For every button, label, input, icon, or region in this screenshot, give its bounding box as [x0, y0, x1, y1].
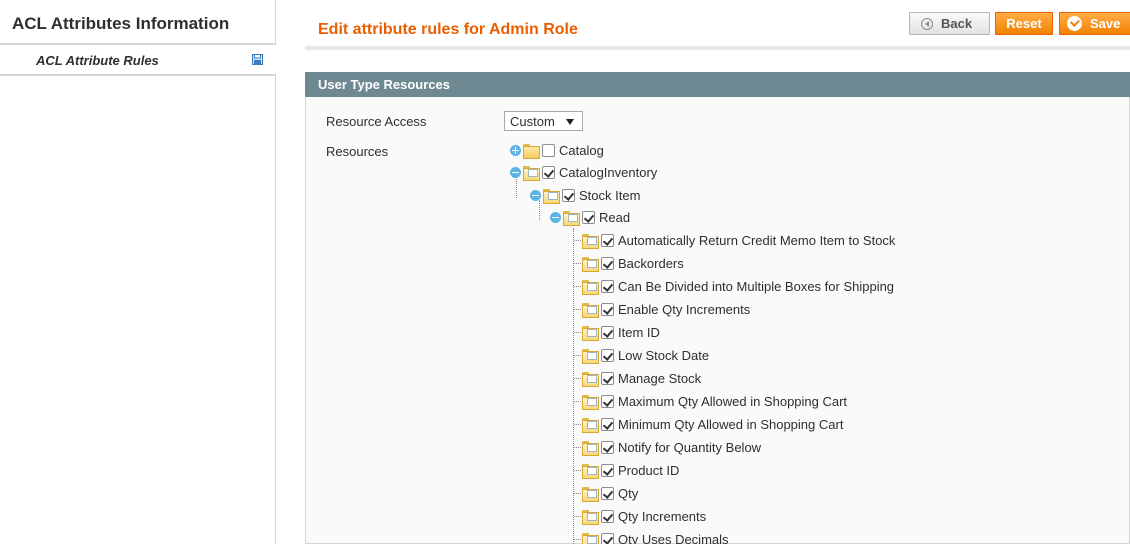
folder-open-icon: [581, 325, 599, 341]
leaf-checkbox[interactable]: [601, 256, 614, 270]
save-button-label: Save: [1090, 16, 1121, 31]
sidebar: ACL Attributes Information ACL Attribute…: [0, 0, 276, 544]
folder-open-icon: [581, 394, 599, 410]
tree-leaf-item[interactable]: Product ID: [581, 459, 679, 481]
folder-open-icon: [581, 417, 599, 433]
save-disk-icon: [252, 54, 263, 65]
collapse-icon[interactable]: [530, 189, 541, 201]
page-title: Edit attribute rules for Admin Role: [318, 21, 578, 38]
tree-node-label: CatalogInventory: [559, 164, 658, 180]
folder-open-icon: [581, 509, 599, 525]
folder-open-icon: [581, 302, 599, 318]
catalog-checkbox[interactable]: [542, 143, 555, 157]
sidebar-title: ACL Attributes Information: [12, 14, 230, 33]
tree-leaf-item[interactable]: Minimum Qty Allowed in Shopping Cart: [581, 413, 843, 435]
tree-leaf-item[interactable]: Automatically Return Credit Memo Item to…: [581, 229, 895, 251]
expand-icon[interactable]: [510, 144, 521, 156]
tree-node-stock-item[interactable]: Stock Item: [530, 184, 640, 206]
tree-node-read[interactable]: Read: [550, 206, 630, 228]
leaf-checkbox[interactable]: [601, 348, 614, 362]
resource-access-label: Resource Access: [326, 114, 427, 129]
save-button[interactable]: Save: [1059, 12, 1130, 35]
leaf-checkbox[interactable]: [601, 463, 614, 477]
stock-item-checkbox[interactable]: [562, 188, 575, 202]
leaf-checkbox[interactable]: [601, 394, 614, 408]
tree-node-label: Catalog: [559, 142, 604, 158]
folder-open-icon: [581, 233, 599, 249]
tree-leaf-item[interactable]: Notify for Quantity Below: [581, 436, 761, 458]
sidebar-item-acl-attribute-rules[interactable]: ACL Attribute Rules: [0, 45, 276, 76]
tree-guide: [573, 228, 574, 544]
tree-node-label: Read: [599, 209, 631, 225]
tree-leaf-label: Qty Uses Decimals: [618, 531, 729, 544]
folder-open-icon: [581, 348, 599, 364]
folder-open-icon: [542, 188, 560, 204]
folder-icon: [522, 143, 540, 159]
folder-open-icon: [581, 486, 599, 502]
resource-access-select[interactable]: Custom: [504, 111, 583, 131]
leaf-checkbox[interactable]: [601, 325, 614, 339]
tree-leaf-item[interactable]: Manage Stock: [581, 367, 701, 389]
tree-leaf-item[interactable]: Qty Increments: [581, 505, 706, 527]
tree-leaf-label: Qty Increments: [618, 508, 707, 524]
tree-leaf-label: Automatically Return Credit Memo Item to…: [618, 232, 896, 248]
tree-leaf-label: Qty: [618, 485, 639, 501]
tree-leaf-label: Enable Qty Increments: [618, 301, 751, 317]
tree-leaf-label: Can Be Divided into Multiple Boxes for S…: [618, 278, 895, 294]
leaf-checkbox[interactable]: [601, 417, 614, 431]
tree-leaf-item[interactable]: Low Stock Date: [581, 344, 709, 366]
folder-open-icon: [522, 165, 540, 181]
tree-leaf-item[interactable]: Qty: [581, 482, 638, 504]
collapse-icon[interactable]: [550, 211, 561, 223]
sidebar-item-label: ACL Attribute Rules: [36, 53, 159, 68]
folder-open-icon: [581, 371, 599, 387]
check-icon: [1067, 16, 1082, 31]
back-button[interactable]: Back: [909, 12, 990, 35]
leaf-checkbox[interactable]: [601, 302, 614, 316]
dropdown-caret-icon: [566, 119, 574, 125]
back-arrow-icon: [921, 17, 933, 30]
leaf-checkbox[interactable]: [601, 532, 614, 544]
tree-leaf-label: Notify for Quantity Below: [618, 439, 762, 455]
tree-leaf-item[interactable]: Enable Qty Increments: [581, 298, 750, 320]
cataloginventory-checkbox[interactable]: [542, 165, 555, 179]
reset-button[interactable]: Reset: [995, 12, 1053, 35]
tree-leaf-item[interactable]: Item ID: [581, 321, 660, 343]
panel-title: User Type Resources: [318, 77, 450, 92]
tree-leaf-item[interactable]: Qty Uses Decimals: [581, 528, 729, 544]
folder-open-icon: [581, 256, 599, 272]
collapse-icon[interactable]: [510, 166, 521, 178]
folder-open-icon: [581, 279, 599, 295]
tree-leaf-label: Maximum Qty Allowed in Shopping Cart: [618, 393, 848, 409]
leaf-checkbox[interactable]: [601, 279, 614, 293]
tree-leaf-label: Product ID: [618, 462, 680, 478]
leaf-checkbox[interactable]: [601, 440, 614, 454]
folder-open-icon: [581, 532, 599, 544]
leaf-checkbox[interactable]: [601, 486, 614, 500]
header-divider: [305, 46, 1130, 50]
tree-leaf-label: Backorders: [618, 255, 684, 271]
tree-leaf-label: Manage Stock: [618, 370, 702, 386]
folder-open-icon: [581, 440, 599, 456]
tree-node-cataloginventory[interactable]: CatalogInventory: [510, 161, 657, 183]
tree-leaf-label: Minimum Qty Allowed in Shopping Cart: [618, 416, 844, 432]
resource-access-value: Custom: [510, 114, 555, 129]
tree-node-catalog[interactable]: Catalog: [510, 139, 604, 161]
leaf-checkbox[interactable]: [601, 233, 614, 247]
back-button-label: Back: [941, 16, 973, 31]
resources-label: Resources: [326, 144, 389, 159]
folder-open-icon: [581, 463, 599, 479]
tree-leaf-item[interactable]: Backorders: [581, 252, 684, 274]
panel-header: User Type Resources: [305, 72, 1130, 97]
tree-leaf-item[interactable]: Can Be Divided into Multiple Boxes for S…: [581, 275, 894, 297]
tree-node-label: Stock Item: [579, 187, 641, 203]
tree-leaf-item[interactable]: Maximum Qty Allowed in Shopping Cart: [581, 390, 847, 412]
tree-leaf-label: Low Stock Date: [618, 347, 710, 363]
leaf-checkbox[interactable]: [601, 371, 614, 385]
tree-leaf-label: Item ID: [618, 324, 660, 340]
leaf-checkbox[interactable]: [601, 509, 614, 523]
read-checkbox[interactable]: [582, 210, 595, 224]
folder-open-icon: [562, 210, 580, 226]
